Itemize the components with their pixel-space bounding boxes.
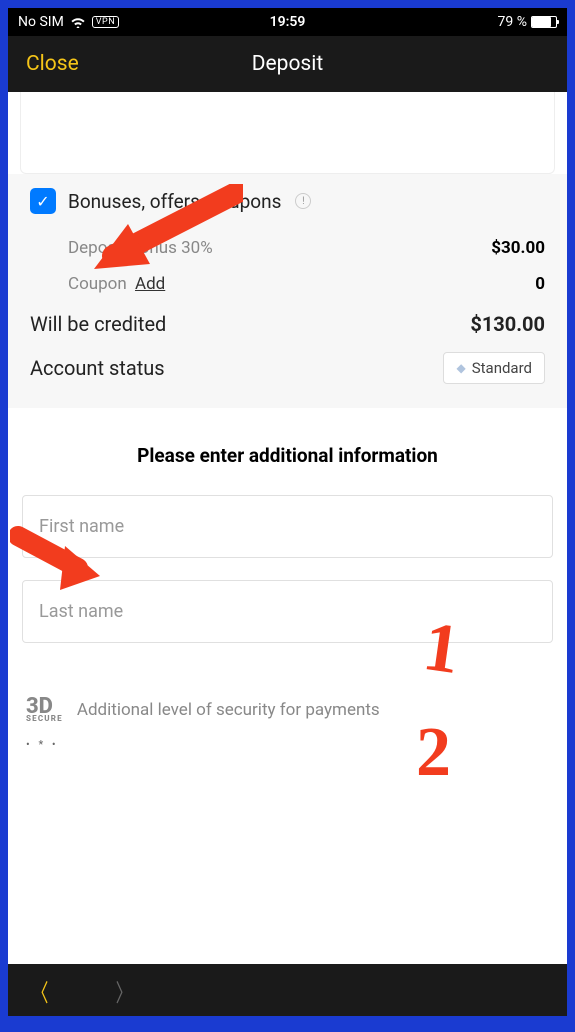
form-section: Please enter additional information 3D S… — [8, 408, 567, 777]
card-remnant — [20, 92, 555, 174]
status-badge-text: Standard — [472, 359, 532, 377]
deposit-bonus-value: $30.00 — [491, 238, 545, 258]
coupon-value: 0 — [535, 274, 545, 294]
bonuses-toggle-row[interactable]: ✓ Bonuses, offers, coupons ! — [30, 188, 545, 214]
form-heading: Please enter additional information — [22, 444, 553, 467]
checkmark-icon: ✓ — [36, 192, 49, 211]
bonuses-checkbox[interactable]: ✓ — [30, 188, 56, 214]
status-time: 19:59 — [198, 14, 378, 30]
coupon-row: Coupon Add 0 — [30, 266, 545, 302]
content-area: ✓ Bonuses, offers, coupons ! Deposit bon… — [8, 92, 567, 964]
deposit-bonus-label: Deposit bonus 30% — [68, 238, 213, 258]
carrier-text: No SIM — [18, 14, 64, 30]
bonuses-label: Bonuses, offers, coupons — [68, 190, 281, 213]
bonuses-section: ✓ Bonuses, offers, coupons ! Deposit bon… — [8, 174, 567, 408]
pagination-dots: • * • — [26, 738, 553, 751]
credited-label: Will be credited — [30, 312, 166, 336]
account-status-badge[interactable]: ◆ Standard — [443, 352, 545, 384]
coupon-label: Coupon — [68, 274, 127, 294]
diamond-icon: ◆ — [456, 361, 465, 375]
vpn-indicator: VPN — [92, 16, 119, 28]
first-name-input[interactable] — [22, 495, 553, 558]
3d-secure-icon: 3D SECURE — [26, 699, 63, 722]
nav-back-button[interactable]: 〈 — [32, 973, 49, 1008]
secure-text: Additional level of security for payment… — [77, 700, 380, 720]
battery-icon — [531, 16, 557, 28]
secure-row: 3D SECURE Additional level of security f… — [22, 699, 553, 722]
deposit-bonus-row: Deposit bonus 30% $30.00 — [30, 230, 545, 266]
status-bar: No SIM VPN 19:59 79 % — [8, 8, 567, 36]
coupon-add-link[interactable]: Add — [135, 274, 165, 294]
info-icon[interactable]: ! — [295, 193, 311, 209]
credited-row: Will be credited $130.00 — [30, 302, 545, 346]
account-status-row: Account status ◆ Standard — [30, 346, 545, 390]
bottom-nav: 〈 〉 — [8, 964, 567, 1016]
nav-forward-button: 〉 — [116, 973, 133, 1008]
secure-badge-bottom: SECURE — [26, 716, 63, 722]
battery-pct: 79 % — [498, 14, 527, 30]
wifi-icon — [70, 16, 86, 28]
page-title: Deposit — [252, 52, 324, 76]
credited-value: $130.00 — [470, 312, 545, 336]
close-button[interactable]: Close — [26, 52, 79, 76]
nav-bar: Close Deposit — [8, 36, 567, 92]
account-status-label: Account status — [30, 356, 165, 380]
last-name-input[interactable] — [22, 580, 553, 643]
